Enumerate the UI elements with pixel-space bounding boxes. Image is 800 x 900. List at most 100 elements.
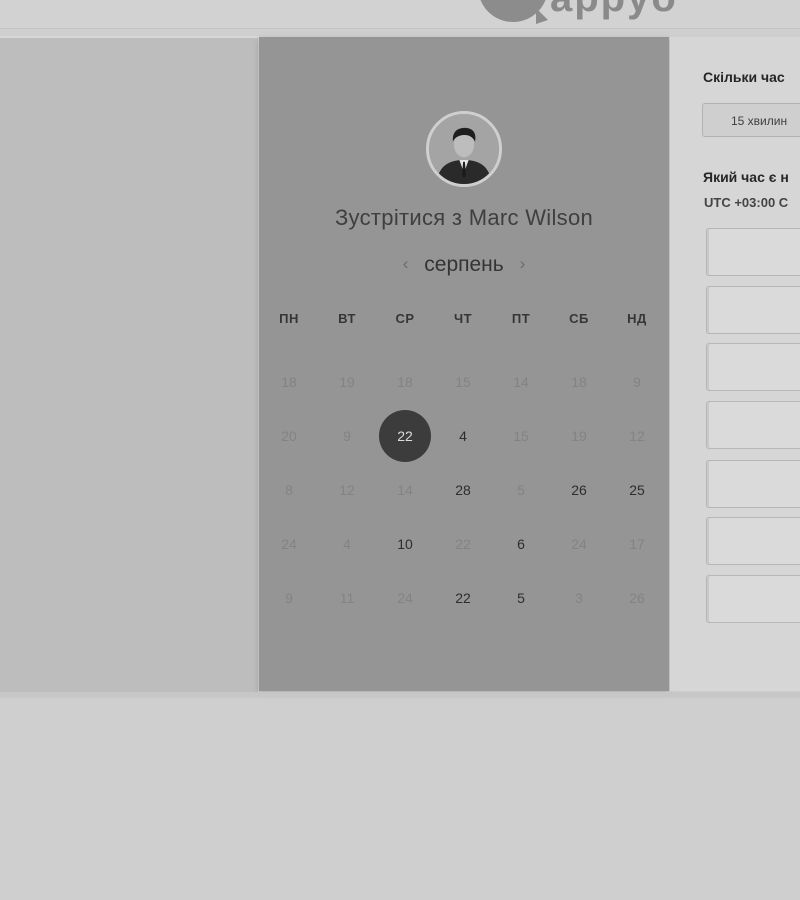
weekday-header: ПН ВТ СР ЧТ ПТ СБ НД xyxy=(259,311,670,326)
time-selection-panel: Скільки час 15 хвилин Який час є н UTC +… xyxy=(670,37,800,691)
weekday-label: ЧТ xyxy=(453,311,473,326)
calendar-day-number: 18 xyxy=(397,374,413,390)
calendar-day-number: 4 xyxy=(343,536,351,552)
calendar-day: 19 xyxy=(318,355,376,409)
calendar-day: 24 xyxy=(376,571,434,625)
time-slot-button[interactable] xyxy=(706,517,800,565)
calendar-day: 3 xyxy=(550,571,608,625)
calendar-day-number: 9 xyxy=(633,374,641,390)
prev-month-button[interactable]: ‹ xyxy=(403,254,409,274)
weekday-label: СБ xyxy=(569,311,589,326)
calendar-day: 22 xyxy=(434,517,492,571)
calendar-day-number: 24 xyxy=(281,536,297,552)
calendar-day: 19 xyxy=(550,409,608,463)
calendar-day-number: 12 xyxy=(629,428,645,444)
calendar-day: 18 xyxy=(376,355,434,409)
host-avatar xyxy=(426,111,502,187)
calendar-day-number: 28 xyxy=(455,482,471,498)
next-month-button[interactable]: › xyxy=(520,254,526,274)
calendar-day-number: 19 xyxy=(571,428,587,444)
month-label: серпень xyxy=(424,253,504,276)
calendar-day: 12 xyxy=(318,463,376,517)
calendar-day: 15 xyxy=(434,355,492,409)
calendar-day-number: 22 xyxy=(455,536,471,552)
calendar-week: 9 11 24 22 5 3 26 xyxy=(259,571,670,625)
calendar-day: 15 xyxy=(492,409,550,463)
calendar-day[interactable]: 4 xyxy=(434,409,492,463)
weekday-label: ПТ xyxy=(511,311,531,326)
calendar-day[interactable]: 22 xyxy=(434,571,492,625)
calendar-day: 12 xyxy=(608,409,666,463)
logo-text: appyo xyxy=(550,0,678,21)
calendar-day: 14 xyxy=(376,463,434,517)
calendar-day: 24 xyxy=(550,517,608,571)
calendar-day-number: 14 xyxy=(513,374,529,390)
calendar-day[interactable]: 28 xyxy=(434,463,492,517)
time-slot-button[interactable] xyxy=(706,401,800,449)
calendar-day-number: 5 xyxy=(517,482,525,498)
calendar-day: 5 xyxy=(492,463,550,517)
calendar-day-number: 19 xyxy=(339,374,355,390)
time-slot-button[interactable] xyxy=(706,228,800,276)
calendar-day-number: 4 xyxy=(459,428,467,444)
calendar-day-number: 26 xyxy=(571,482,587,498)
time-slot-button[interactable] xyxy=(706,286,800,334)
brand-logo[interactable]: appyo xyxy=(470,0,800,24)
calendar-day-number: 14 xyxy=(397,482,413,498)
calendar-week: 20 9 22 4 15 19 12 xyxy=(259,409,670,463)
calendar-day: 8 xyxy=(260,463,318,517)
calendar-day[interactable]: 10 xyxy=(376,517,434,571)
calendar-day-number: 9 xyxy=(343,428,351,444)
left-panel xyxy=(0,36,258,694)
calendar-week: 8 12 14 28 5 26 25 xyxy=(259,463,670,517)
calendar-day-number: 5 xyxy=(517,590,525,606)
calendar-day: 14 xyxy=(492,355,550,409)
calendar-day-number: 15 xyxy=(513,428,529,444)
duration-question: Скільки час xyxy=(703,69,785,85)
time-slot-button[interactable] xyxy=(706,575,800,623)
calendar-day-number: 11 xyxy=(339,590,355,606)
calendar-day-number: 18 xyxy=(571,374,587,390)
weekday-label: ВТ xyxy=(338,311,356,326)
calendar-day: 11 xyxy=(318,571,376,625)
calendar-day-number: 15 xyxy=(455,374,471,390)
meeting-title: Зустрітися з Marc Wilson xyxy=(334,205,594,230)
calendar-day: 18 xyxy=(550,355,608,409)
calendar-day-number: 8 xyxy=(285,482,293,498)
calendar-week: 24 4 10 22 6 24 17 xyxy=(259,517,670,571)
calendar-day: 9 xyxy=(608,355,666,409)
calendar-day-number: 17 xyxy=(629,536,645,552)
time-slot-button[interactable] xyxy=(706,343,800,391)
footer-divider xyxy=(0,692,800,698)
calendar-day: 9 xyxy=(318,409,376,463)
calendar-day-number: 26 xyxy=(629,590,645,606)
calendar-day-number: 22 xyxy=(455,590,471,606)
month-navigator: ‹ серпень › xyxy=(259,253,669,277)
calendar-day-number: 24 xyxy=(397,590,413,606)
calendar-day[interactable]: 26 xyxy=(550,463,608,517)
calendar-day: 9 xyxy=(260,571,318,625)
calendar-day[interactable]: 5 xyxy=(492,571,550,625)
calendar-day[interactable]: 6 xyxy=(492,517,550,571)
calendar-day-selected[interactable]: 22 xyxy=(376,409,434,463)
timezone-label[interactable]: UTC +03:00 C xyxy=(704,195,788,210)
calendar-panel: Зустрітися з Marc Wilson ‹ серпень › ПН … xyxy=(259,37,669,691)
speech-bubble-icon xyxy=(478,0,548,24)
time-question: Який час є н xyxy=(703,169,789,185)
calendar-day-number: 18 xyxy=(281,374,297,390)
calendar-day: 17 xyxy=(608,517,666,571)
calendar-day-number: 22 xyxy=(379,410,431,463)
time-slot-button[interactable] xyxy=(706,460,800,508)
calendar-day-number: 6 xyxy=(517,536,525,552)
calendar-day-number: 9 xyxy=(285,590,293,606)
calendar-day-number: 20 xyxy=(281,428,297,444)
calendar-day: 20 xyxy=(260,409,318,463)
calendar-day-number: 12 xyxy=(339,482,355,498)
person-icon xyxy=(429,114,499,184)
calendar-day[interactable]: 25 xyxy=(608,463,666,517)
calendar-week: 18 19 18 15 14 18 9 xyxy=(259,355,670,409)
calendar-day: 18 xyxy=(260,355,318,409)
calendar-day: 4 xyxy=(318,517,376,571)
duration-select[interactable]: 15 хвилин xyxy=(702,103,800,137)
calendar-day-number: 24 xyxy=(571,536,587,552)
